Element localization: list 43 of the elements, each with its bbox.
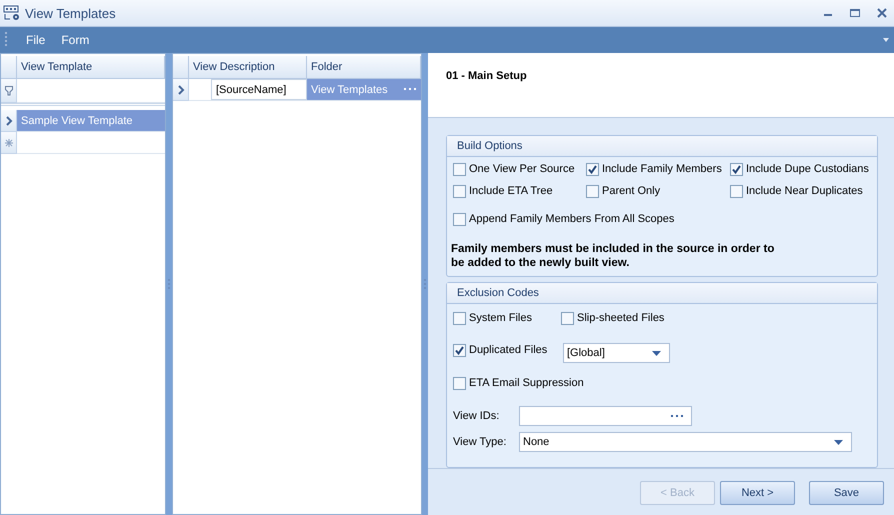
column-header[interactable]: Folder bbox=[307, 56, 421, 79]
field-label: View IDs: bbox=[453, 410, 500, 422]
group-title: Exclusion Codes bbox=[447, 283, 877, 304]
minimize-icon bbox=[824, 14, 832, 16]
dropdown-arrow-icon bbox=[652, 350, 661, 356]
page-title: 01 - Main Setup bbox=[445, 69, 528, 82]
checkbox[interactable]: ETA Email Suppression bbox=[453, 375, 584, 391]
checkbox[interactable]: Append Family Members From All Scopes bbox=[453, 211, 877, 227]
checkbox[interactable]: One View Per Source bbox=[453, 161, 586, 177]
menu-item[interactable]: Form bbox=[53, 33, 98, 47]
input-field[interactable] bbox=[519, 406, 692, 426]
dropdown-arrow-icon bbox=[834, 440, 843, 444]
checkbox[interactable]: Include ETA Tree bbox=[453, 183, 586, 199]
checkbox[interactable]: Duplicated Files bbox=[453, 342, 563, 358]
filter-icon bbox=[4, 86, 12, 96]
column-header[interactable]: View Description bbox=[189, 56, 307, 79]
more-icon bbox=[671, 414, 683, 418]
checkbox[interactable]: System Files bbox=[453, 310, 561, 326]
wizard-button[interactable]: Save bbox=[809, 481, 884, 505]
more-icon bbox=[404, 88, 416, 91]
maximize-icon bbox=[849, 7, 861, 19]
close-icon bbox=[876, 7, 888, 19]
menu-item[interactable]: File bbox=[18, 33, 54, 47]
cell-editor[interactable]: [SourceName] bbox=[211, 79, 307, 100]
dropdown-arrow-icon bbox=[882, 37, 890, 43]
checkbox[interactable]: Slip-sheeted Files bbox=[561, 310, 664, 326]
checkbox[interactable]: Include Family Members bbox=[586, 161, 730, 177]
dropdown[interactable]: None bbox=[519, 432, 852, 452]
checkbox[interactable]: Parent Only bbox=[586, 183, 730, 199]
field-label: View Type: bbox=[453, 436, 508, 448]
note-text: Family members must be included in the source in order to be added to the newly built view. bbox=[450, 242, 776, 271]
row-header bbox=[173, 56, 189, 79]
grip-icon bbox=[4, 31, 8, 49]
column-header[interactable]: View Template bbox=[17, 56, 165, 79]
new-row-icon bbox=[4, 138, 12, 146]
dropdown[interactable]: [Global] bbox=[563, 343, 670, 363]
app-icon bbox=[3, 5, 21, 21]
checkbox[interactable]: Include Near Duplicates bbox=[730, 183, 877, 199]
checkbox[interactable]: Include Dupe Custodians bbox=[730, 161, 877, 177]
wizard-button[interactable]: Next > bbox=[720, 481, 795, 505]
row-header bbox=[1, 56, 17, 79]
window-title: View Templates bbox=[25, 6, 116, 20]
group-title: Build Options bbox=[447, 136, 877, 157]
